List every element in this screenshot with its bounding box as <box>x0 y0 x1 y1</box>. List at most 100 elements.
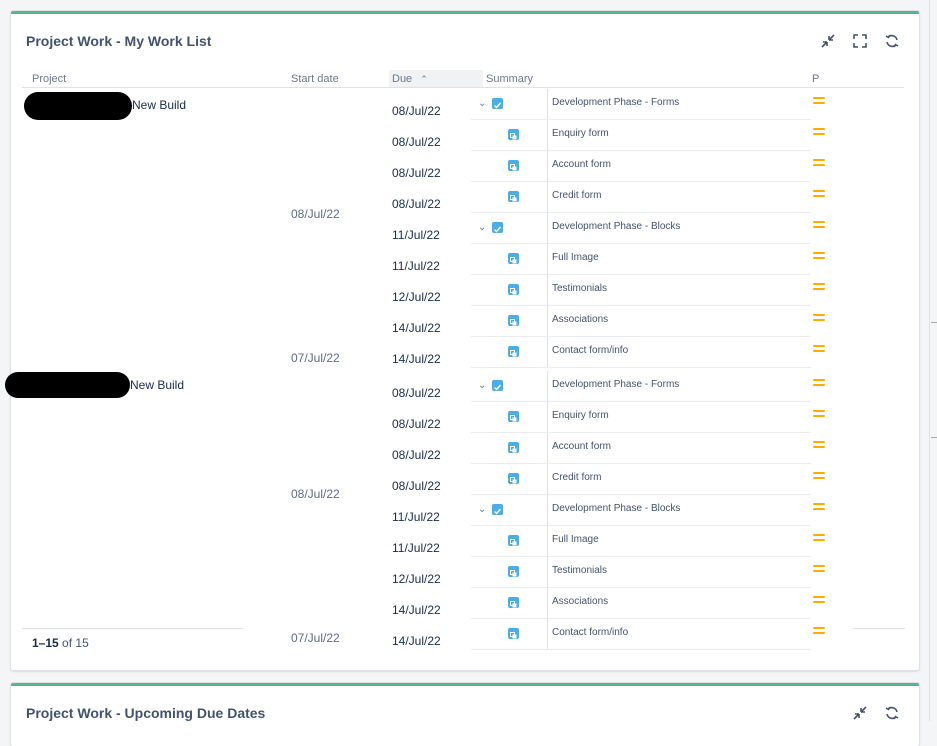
task-type-icon <box>492 98 503 109</box>
expand-chevron-icon[interactable]: ⌄ <box>478 504 486 515</box>
expand-chevron-icon[interactable]: ⌄ <box>478 380 486 391</box>
table-row[interactable]: 11/Jul/22 ⌄ Development Phase - Blocks <box>11 213 919 244</box>
summary-link[interactable]: Testimonials <box>547 557 812 588</box>
summary-link[interactable]: Development Phase - Forms <box>547 89 812 120</box>
gadget-title: Project Work - Upcoming Due Dates <box>26 705 266 721</box>
subtask-type-icon <box>508 535 519 546</box>
priority-medium-icon <box>813 379 825 389</box>
subtask-type-icon <box>508 628 519 639</box>
table-row[interactable]: 12/Jul/22 Testimonials <box>11 275 919 306</box>
summary-link[interactable]: Full Image <box>547 244 812 275</box>
table-row[interactable]: 14/Jul/22 Contact form/info <box>11 619 919 650</box>
summary-link[interactable]: Development Phase - Blocks <box>547 213 812 244</box>
minimize-button[interactable] <box>851 704 869 722</box>
summary-link[interactable]: Associations <box>547 588 812 619</box>
summary-link[interactable]: Enquiry form <box>547 120 812 151</box>
subtask-type-icon <box>508 315 519 326</box>
expand-chevron-icon[interactable]: ⌄ <box>478 98 486 109</box>
subtask-type-icon <box>508 191 519 202</box>
column-header-priority[interactable]: P <box>812 70 819 88</box>
priority-medium-icon <box>813 410 825 420</box>
column-header-start-date[interactable]: Start date <box>291 70 339 88</box>
work-list-gadget: Project Work - My Work List Project Star… <box>5 11 919 670</box>
subtask-type-icon <box>508 160 519 171</box>
sort-ascending-icon: ⌃ <box>420 74 428 84</box>
summary-link[interactable]: Full Image <box>547 526 812 557</box>
row-divider <box>471 649 811 650</box>
summary-link[interactable]: Credit form <box>547 464 812 495</box>
table-row[interactable]: 08/Jul/22 Credit form <box>11 464 919 495</box>
priority-medium-icon <box>813 97 825 107</box>
row-divider <box>471 367 811 368</box>
priority-medium-icon <box>813 503 825 513</box>
fullscreen-icon <box>853 34 867 48</box>
gadget-toolbar <box>819 32 901 50</box>
subtask-type-icon <box>508 129 519 140</box>
adjacent-column-edge <box>929 0 937 721</box>
priority-medium-icon <box>813 472 825 482</box>
priority-medium-icon <box>813 190 825 200</box>
table-row[interactable]: 14/Jul/22 Contact form/info <box>11 337 919 368</box>
table-row[interactable]: 11/Jul/22 ⌄ Development Phase - Blocks <box>11 495 919 526</box>
priority-medium-icon <box>813 441 825 451</box>
column-header-summary[interactable]: Summary <box>486 70 533 88</box>
priority-medium-icon <box>813 252 825 262</box>
refresh-icon <box>885 706 899 720</box>
table-row[interactable]: 11/Jul/22 Full Image <box>11 526 919 557</box>
pagination-range: 1–15 <box>32 636 59 650</box>
subtask-type-icon <box>508 284 519 295</box>
pagination-of: of <box>62 636 73 650</box>
summary-link[interactable]: Account form <box>547 433 812 464</box>
subtask-type-icon <box>508 597 519 608</box>
summary-link[interactable]: Contact form/info <box>547 619 812 650</box>
summary-link[interactable]: Development Phase - Forms <box>547 371 812 402</box>
subtask-type-icon <box>508 253 519 264</box>
minimize-icon <box>853 706 867 720</box>
upcoming-due-dates-gadget: Project Work - Upcoming Due Dates <box>11 683 919 746</box>
priority-medium-icon <box>813 534 825 544</box>
table-row[interactable]: 08/Jul/22 Account form <box>11 151 919 182</box>
table-row[interactable]: 08/Jul/22 Credit form <box>11 182 919 213</box>
summary-link[interactable]: Testimonials <box>547 275 812 306</box>
table-row[interactable]: 12/Jul/22 Testimonials <box>11 557 919 588</box>
expand-chevron-icon[interactable]: ⌄ <box>478 222 486 233</box>
fullscreen-button[interactable] <box>851 32 869 50</box>
summary-link[interactable]: Associations <box>547 306 812 337</box>
summary-link[interactable]: Development Phase - Blocks <box>547 495 812 526</box>
priority-medium-icon <box>813 596 825 606</box>
table-row[interactable]: 11/Jul/22 Full Image <box>11 244 919 275</box>
pager-divider <box>853 628 905 629</box>
subtask-type-icon <box>508 442 519 453</box>
refresh-button[interactable] <box>883 32 901 50</box>
priority-medium-icon <box>813 565 825 575</box>
task-type-icon <box>492 380 503 391</box>
table-row[interactable]: 08/Jul/22 Enquiry form <box>11 120 919 151</box>
summary-link[interactable]: Credit form <box>547 182 812 213</box>
table-row[interactable]: 14/Jul/22 Associations <box>11 306 919 337</box>
minimize-icon <box>821 34 835 48</box>
table-row[interactable]: 08/Jul/22 ⌄ Development Phase - Forms <box>11 89 919 120</box>
column-header-project[interactable]: Project <box>32 70 66 88</box>
table-row[interactable]: 08/Jul/22 Account form <box>11 433 919 464</box>
column-header-due[interactable]: Due ⌃ <box>389 70 483 88</box>
priority-medium-icon <box>813 221 825 231</box>
gadget-toolbar <box>851 704 901 722</box>
refresh-button[interactable] <box>883 704 901 722</box>
table-row[interactable]: 14/Jul/22 Associations <box>11 588 919 619</box>
summary-link[interactable]: Contact form/info <box>547 337 812 368</box>
pager-divider <box>22 628 243 629</box>
priority-medium-icon <box>813 283 825 293</box>
priority-medium-icon <box>813 314 825 324</box>
table-row[interactable]: 08/Jul/22 ⌄ Development Phase - Forms <box>11 371 919 402</box>
subtask-type-icon <box>508 411 519 422</box>
refresh-icon <box>885 34 899 48</box>
pagination: 1–15 of 15 <box>32 636 89 650</box>
table-row[interactable]: 08/Jul/22 Enquiry form <box>11 402 919 433</box>
task-type-icon <box>492 222 503 233</box>
summary-link[interactable]: Account form <box>547 151 812 182</box>
gadget-title: Project Work - My Work List <box>26 33 212 49</box>
subtask-type-icon <box>508 346 519 357</box>
summary-link[interactable]: Enquiry form <box>547 402 812 433</box>
header-divider <box>22 87 904 88</box>
minimize-button[interactable] <box>819 32 837 50</box>
